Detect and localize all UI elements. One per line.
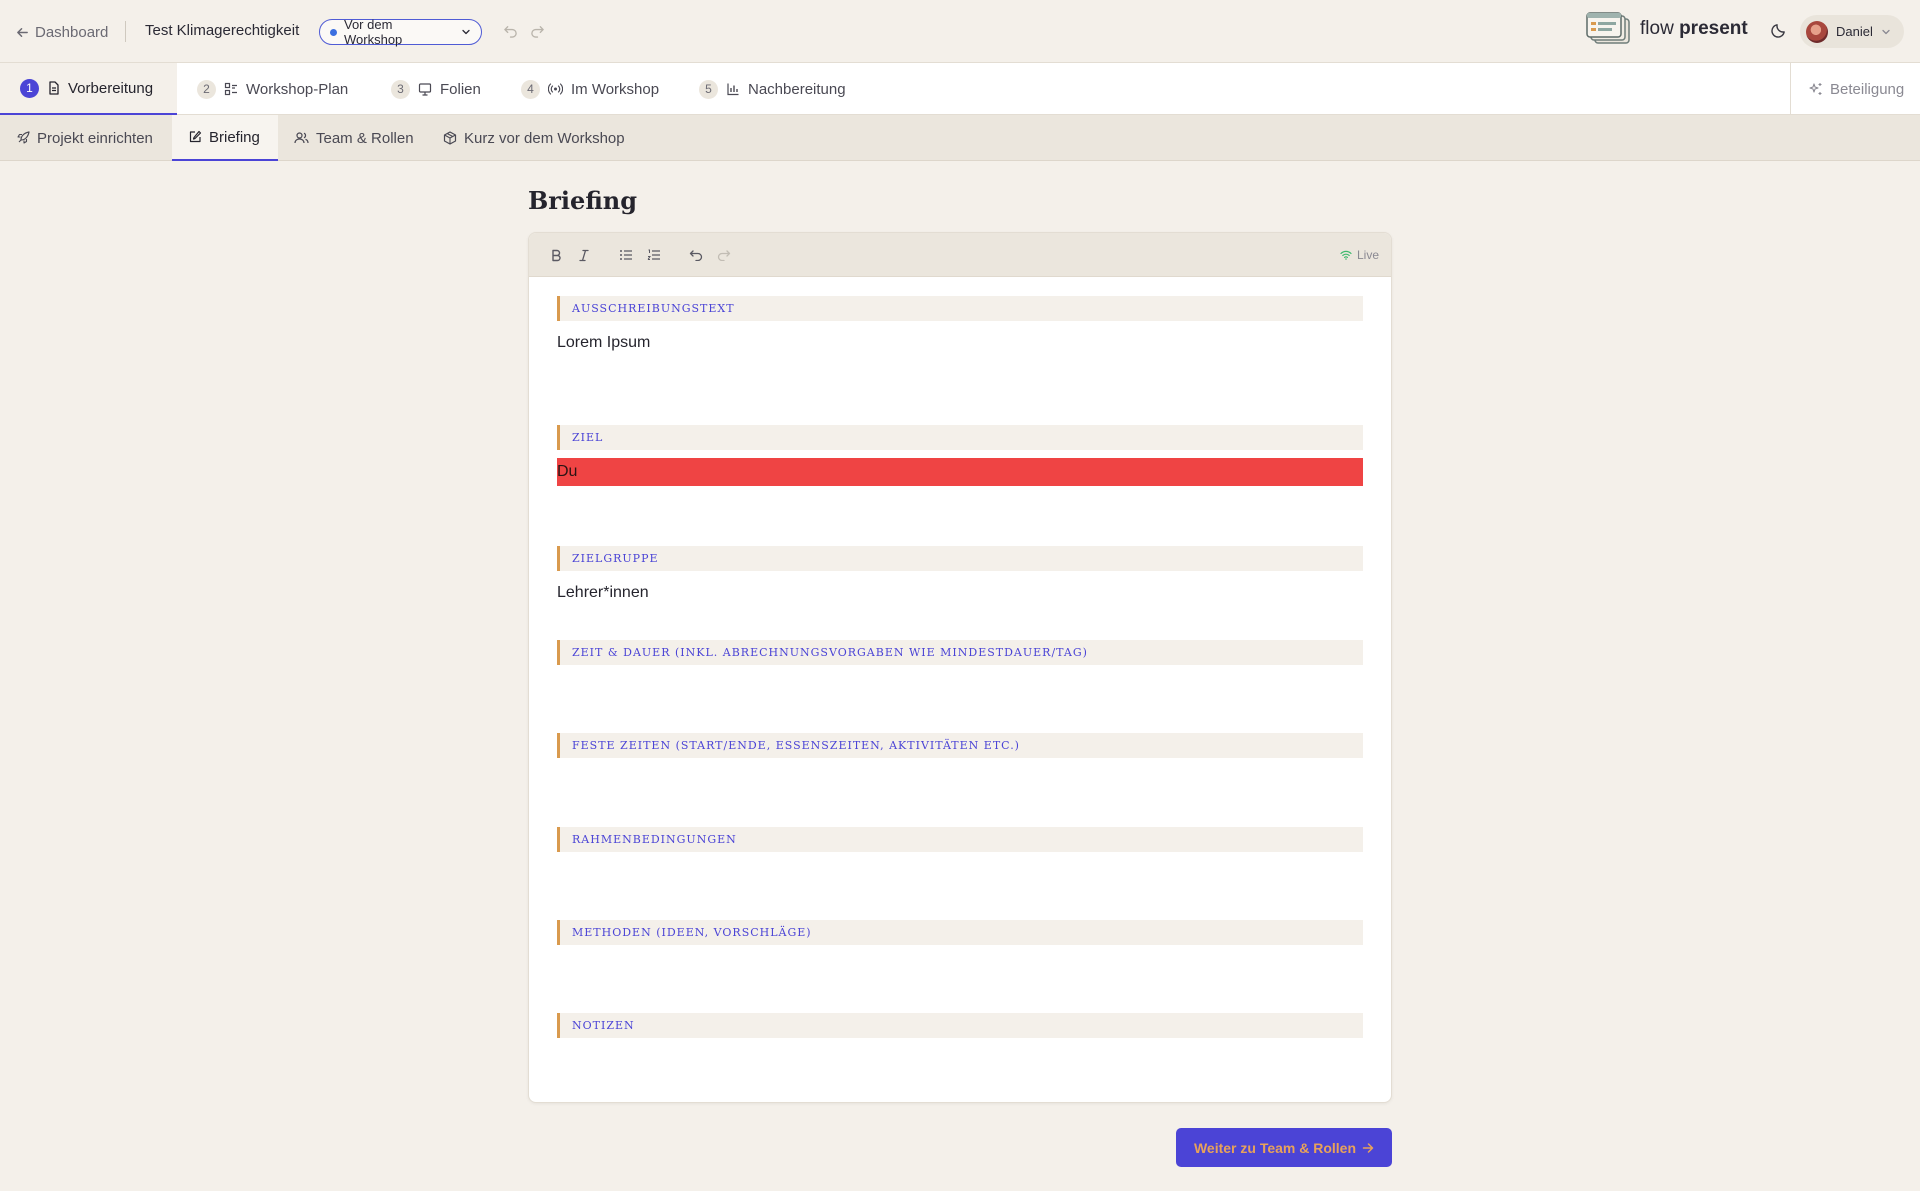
document-icon [47, 81, 60, 95]
back-label: Dashboard [35, 23, 109, 41]
tab-vorbereitung[interactable]: 1 Vorbereitung [0, 63, 177, 115]
subtab-briefing[interactable]: Briefing [172, 115, 278, 161]
phase-number: 4 [521, 79, 540, 99]
subtab-label: Projekt einrichten [37, 129, 153, 147]
chevron-down-icon [1881, 27, 1891, 37]
section-label-feste-zeiten: Feste Zeiten (Start/Ende, Essenszeiten, … [557, 733, 1363, 758]
broadcast-icon [548, 82, 563, 96]
beteiligung-button[interactable]: Beteiligung [1790, 63, 1920, 115]
subtab-team-rollen[interactable]: Team & Rollen [294, 115, 414, 161]
bar-chart-icon [726, 82, 740, 96]
section-text-zielgruppe[interactable]: Lehrer*innen [557, 579, 1363, 607]
divider [125, 21, 126, 42]
phase-number: 3 [391, 79, 410, 99]
app-logo[interactable]: flow present [1586, 11, 1748, 47]
tab-label: Im Workshop [571, 80, 660, 98]
subtab-label: Briefing [209, 128, 260, 146]
phase-number: 2 [197, 79, 216, 99]
editor-toolbar: Live [529, 233, 1391, 277]
subtab-label: Team & Rollen [316, 129, 414, 147]
tab-im-workshop[interactable]: 4 Im Workshop [521, 63, 659, 115]
section-label-ausschreibungstext: Ausschreibungstext [557, 296, 1363, 321]
section-text-ziel[interactable]: Du [557, 458, 1363, 486]
section-text-feste-zeiten[interactable] [557, 766, 1363, 794]
tab-workshop-plan[interactable]: 2 Workshop-Plan [197, 63, 348, 115]
users-icon [294, 131, 309, 145]
arrow-left-icon [16, 26, 29, 39]
bullet-list-icon[interactable] [617, 246, 635, 264]
subtab-projekt-einrichten[interactable]: Projekt einrichten [16, 115, 153, 161]
logo-text: flow present [1640, 18, 1748, 39]
redo-icon[interactable] [530, 23, 545, 38]
section-label-notizen: Notizen [557, 1013, 1363, 1038]
section-label-methoden: Methoden (Ideen, Vorschläge) [557, 920, 1363, 945]
package-icon [443, 131, 457, 145]
moon-icon[interactable] [1770, 22, 1787, 39]
numbered-list-icon[interactable] [645, 246, 663, 264]
live-indicator: Live [1340, 248, 1379, 262]
sub-tabs: Projekt einrichten Briefing Team & Rolle… [0, 115, 1920, 161]
user-name: Daniel [1836, 24, 1873, 39]
plan-icon [224, 82, 238, 96]
section-text-methoden[interactable] [557, 953, 1363, 981]
page-title: Briefing [528, 186, 637, 215]
logo-slides-icon [1586, 11, 1632, 47]
avatar [1806, 20, 1828, 43]
arrow-right-icon [1362, 1142, 1374, 1154]
top-bar: Dashboard Test Klimagerechtigkeit Vor de… [0, 0, 1920, 63]
section-label-zielgruppe: Zielgruppe [557, 546, 1363, 571]
tab-label: Nachbereitung [748, 80, 846, 98]
tab-folien[interactable]: 3 Folien [391, 63, 481, 115]
status-dot [330, 28, 337, 36]
user-menu[interactable]: Daniel [1800, 15, 1904, 48]
status-label: Vor dem Workshop [344, 17, 403, 47]
phase-number: 1 [20, 78, 39, 98]
section-label-rahmenbedingungen: Rahmenbedingungen [557, 827, 1363, 852]
project-title[interactable]: Test Klimagerechtigkeit [145, 22, 299, 39]
workshop-status-dropdown[interactable]: Vor dem Workshop [319, 17, 482, 47]
italic-icon[interactable] [575, 246, 593, 264]
section-text-rahmenbedingungen[interactable] [557, 860, 1363, 888]
next-button-label: Weiter zu Team & Rollen [1193, 1139, 1357, 1156]
history-controls [503, 23, 545, 38]
subtab-kurz-vor-dem-workshop[interactable]: Kurz vor dem Workshop [443, 115, 625, 161]
sparkle-icon [1809, 82, 1823, 96]
next-team-rollen-button[interactable]: Weiter zu Team & Rollen [1176, 1128, 1392, 1167]
section-text-ausschreibungstext[interactable]: Lorem Ipsum [557, 329, 1363, 357]
phase-tabs: 1 Vorbereitung 2 Workshop-Plan 3 Folien … [0, 63, 1920, 115]
chevron-down-icon [461, 27, 471, 37]
tab-nachbereitung[interactable]: 5 Nachbereitung [699, 63, 846, 115]
edit-icon [188, 130, 202, 144]
section-label-zeit-dauer: Zeit & Dauer (inkl. Abrechnungsvorgaben … [557, 640, 1363, 665]
tab-label: Folien [440, 80, 481, 98]
redo-icon[interactable] [715, 246, 733, 264]
phase-number: 5 [699, 79, 718, 99]
rocket-icon [16, 131, 30, 145]
tab-label: Vorbereitung [68, 79, 154, 97]
tab-label: Workshop-Plan [246, 80, 349, 98]
briefing-editor[interactable]: Live Ausschreibungstext Lorem Ipsum Ziel… [528, 232, 1392, 1103]
bold-icon[interactable] [547, 246, 565, 264]
section-text-notizen[interactable] [557, 1046, 1363, 1074]
beteiligung-label: Beteiligung [1830, 80, 1905, 98]
subtab-label: Kurz vor dem Workshop [464, 129, 625, 147]
back-to-dashboard-link[interactable]: Dashboard [16, 21, 108, 43]
undo-icon[interactable] [687, 246, 705, 264]
live-label: Live [1356, 248, 1379, 262]
undo-icon[interactable] [503, 23, 518, 38]
section-label-ziel: Ziel [557, 425, 1363, 450]
wifi-icon [1340, 250, 1352, 260]
presentation-icon [418, 82, 432, 96]
section-text-zeit-dauer[interactable] [557, 673, 1363, 701]
